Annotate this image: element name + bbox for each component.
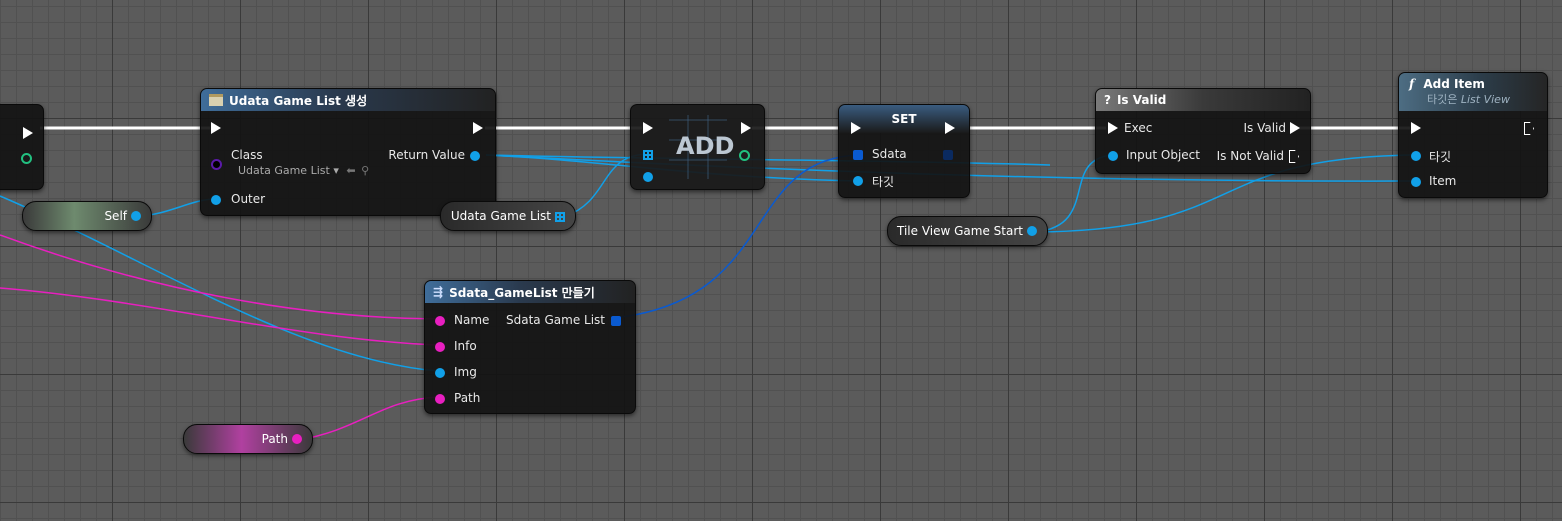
create-widget-header: Udata Game List 생성 (201, 89, 495, 111)
info-label: Info (454, 339, 477, 353)
self-label: Self (104, 209, 127, 223)
path-label: Path (454, 391, 481, 405)
img-label: Img (454, 365, 477, 379)
class-dropdown[interactable]: Udata Game List ▾ ⬅ ⚲ (238, 164, 369, 177)
bool-out-pin[interactable] (21, 153, 32, 164)
set-title: SET (891, 112, 917, 126)
exec-in-pin[interactable] (643, 122, 653, 134)
exec-in-pin[interactable] (1411, 122, 1421, 134)
is-valid-title: Is Valid (1116, 93, 1167, 107)
is-not-valid-label: Is Not Valid (1216, 149, 1284, 163)
sdata-label: Sdata (872, 147, 907, 161)
offscreen-node[interactable] (0, 104, 44, 190)
udata-game-list-variable-node[interactable]: Udata Game List (440, 201, 576, 231)
make-struct-header: ⇶ Sdata_GameList 만들기 (425, 281, 635, 303)
return-value-pin[interactable] (470, 151, 480, 161)
return-value-label: Return Value (388, 148, 465, 162)
add-item-title: Add Item (1423, 77, 1485, 91)
self-variable-node[interactable]: Self (22, 201, 152, 231)
outer-label: Outer (231, 192, 266, 206)
exec-out-pin[interactable] (945, 122, 955, 134)
item-label: Item (1429, 174, 1457, 188)
struct-out-pin[interactable] (611, 316, 621, 326)
add-item-node[interactable]: f Add Item 타깃은 List View 타깃 Item (1398, 72, 1548, 198)
sdata-out-pin[interactable] (943, 150, 953, 160)
self-out-pin[interactable] (131, 211, 141, 221)
is-valid-node[interactable]: ? Is Valid Exec Input Object Is Valid Is… (1095, 88, 1311, 174)
path-variable-node[interactable]: Path (183, 424, 313, 454)
add-item-subtitle: 타깃은 List View (1409, 91, 1510, 107)
make-struct-node[interactable]: ⇶ Sdata_GameList 만들기 Name Info Img Path … (424, 280, 636, 414)
index-out-pin[interactable] (739, 150, 750, 161)
path-in-pin[interactable] (435, 394, 445, 404)
item-in-pin[interactable] (1411, 177, 1421, 187)
struct-output-label: Sdata Game List (506, 313, 605, 327)
struct-icon: ⇶ (433, 285, 444, 299)
name-label: Name (454, 313, 490, 327)
function-icon: f (1409, 77, 1415, 91)
item-in-pin[interactable] (643, 172, 653, 182)
input-object-pin[interactable] (1108, 151, 1118, 161)
blueprint-graph-canvas[interactable]: Udata Game List 생성 Class Udata Game List… (0, 0, 1562, 521)
back-arrow-icon[interactable]: ⬅ (346, 164, 355, 177)
make-struct-title: Sdata_GameList 만들기 (449, 285, 595, 300)
array-out-pin[interactable] (555, 212, 565, 222)
search-icon[interactable]: ⚲ (361, 164, 369, 177)
is-valid-header: ? Is Valid (1096, 89, 1310, 111)
sdata-in-pin[interactable] (853, 150, 863, 160)
exec-in-pin[interactable] (851, 122, 861, 134)
is-valid-out-label: Is Valid (1243, 121, 1286, 135)
add-title: ADD (676, 132, 735, 160)
target-label: 타깃 (1429, 150, 1452, 164)
widget-icon (209, 94, 223, 106)
udata-game-list-label: Udata Game List (450, 209, 551, 223)
exec-in-pin[interactable] (211, 122, 221, 134)
add-item-title-row: f Add Item (1409, 77, 1485, 91)
img-in-pin[interactable] (435, 368, 445, 378)
info-in-pin[interactable] (435, 342, 445, 352)
question-mark-icon: ? (1104, 93, 1111, 107)
class-dropdown-value: Udata Game List (238, 164, 330, 177)
tile-view-game-start-variable-node[interactable]: Tile View Game Start (887, 216, 1048, 246)
tile-view-out-pin[interactable] (1027, 226, 1037, 236)
chevron-down-icon: ▾ (333, 164, 339, 177)
name-in-pin[interactable] (435, 316, 445, 326)
exec-label: Exec (1124, 121, 1153, 135)
add-item-subtitle-prefix: 타깃은 (1427, 93, 1458, 106)
is-not-valid-exec-out-pin[interactable] (1289, 150, 1299, 163)
add-item-header: f Add Item 타깃은 List View (1399, 73, 1547, 111)
outer-pin[interactable] (211, 195, 221, 205)
class-label: Class (231, 148, 263, 162)
exec-in-pin[interactable] (1108, 122, 1118, 134)
create-widget-title: Udata Game List 생성 (229, 93, 368, 108)
exec-out-pin[interactable] (473, 122, 483, 134)
add-item-subtitle-target: List View (1460, 93, 1510, 106)
path-var-label: Path (261, 432, 288, 446)
exec-out-pin[interactable] (741, 122, 751, 134)
exec-out-pin[interactable] (23, 127, 33, 139)
add-array-node[interactable]: ADD (630, 104, 765, 190)
class-pin[interactable] (211, 159, 222, 170)
create-widget-node[interactable]: Udata Game List 생성 Class Udata Game List… (200, 88, 496, 216)
is-valid-exec-out-pin[interactable] (1290, 122, 1300, 134)
target-label: 타깃 (872, 175, 895, 189)
path-out-pin[interactable] (292, 434, 302, 444)
data-wire (297, 396, 439, 441)
exec-out-pin[interactable] (1524, 122, 1534, 135)
target-in-pin[interactable] (1411, 151, 1421, 161)
target-in-pin[interactable] (853, 176, 863, 186)
set-variable-node[interactable]: SET Sdata 타깃 (838, 104, 970, 198)
data-wire (0, 234, 439, 320)
array-in-pin[interactable] (643, 150, 653, 160)
input-object-label: Input Object (1126, 148, 1200, 162)
tile-view-label: Tile View Game Start (897, 224, 1023, 238)
